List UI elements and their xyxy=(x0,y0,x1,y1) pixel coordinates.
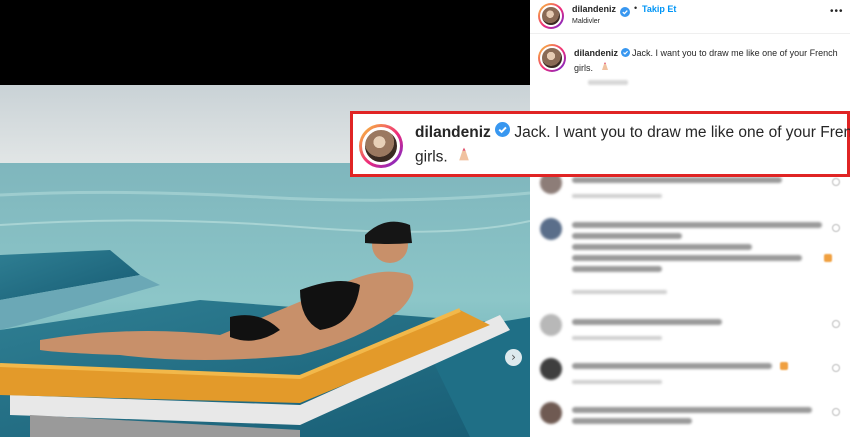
verified-badge-icon xyxy=(620,47,630,61)
caption-timestamp-blurred xyxy=(588,80,628,85)
callout-caption-line-2: girls. xyxy=(415,148,448,166)
callout-avatar xyxy=(359,124,403,168)
carousel-next-button[interactable]: › xyxy=(505,349,522,366)
commenter-avatar xyxy=(540,358,562,380)
commenter-avatar xyxy=(540,402,562,424)
caption-username[interactable]: dilandeniz xyxy=(574,48,618,58)
caption: dilandeniz Jack. I want you to draw me l… xyxy=(574,46,846,75)
header-separator: • xyxy=(634,3,638,13)
post-location[interactable]: Maldivler xyxy=(572,18,600,25)
verified-badge-icon xyxy=(495,122,511,144)
callout-username: dilandeniz xyxy=(415,124,491,142)
callout-caption-line-1: Jack. I want you to draw me like one of … xyxy=(514,124,850,142)
nail-polish-emoji-icon xyxy=(600,61,610,75)
callout-line-2: girls. xyxy=(415,146,472,169)
post-header: dilandeniz • Takip Et Maldivler ••• xyxy=(530,0,850,34)
more-options-icon[interactable]: ••• xyxy=(830,6,844,17)
post-side-panel: dilandeniz • Takip Et Maldivler ••• dila… xyxy=(530,0,850,437)
callout-line-1: dilandeniz Jack. I want you to draw me l… xyxy=(415,122,850,144)
author-avatar[interactable] xyxy=(538,3,564,29)
follow-button[interactable]: Takip Et xyxy=(642,4,676,14)
caption-avatar[interactable] xyxy=(538,44,566,72)
commenter-avatar xyxy=(540,314,562,336)
commenter-avatar xyxy=(540,218,562,240)
caption-highlight-callout: dilandeniz Jack. I want you to draw me l… xyxy=(350,111,850,177)
verified-badge-icon xyxy=(620,4,630,22)
nail-polish-emoji-icon xyxy=(456,146,472,169)
author-username[interactable]: dilandeniz xyxy=(572,4,616,14)
